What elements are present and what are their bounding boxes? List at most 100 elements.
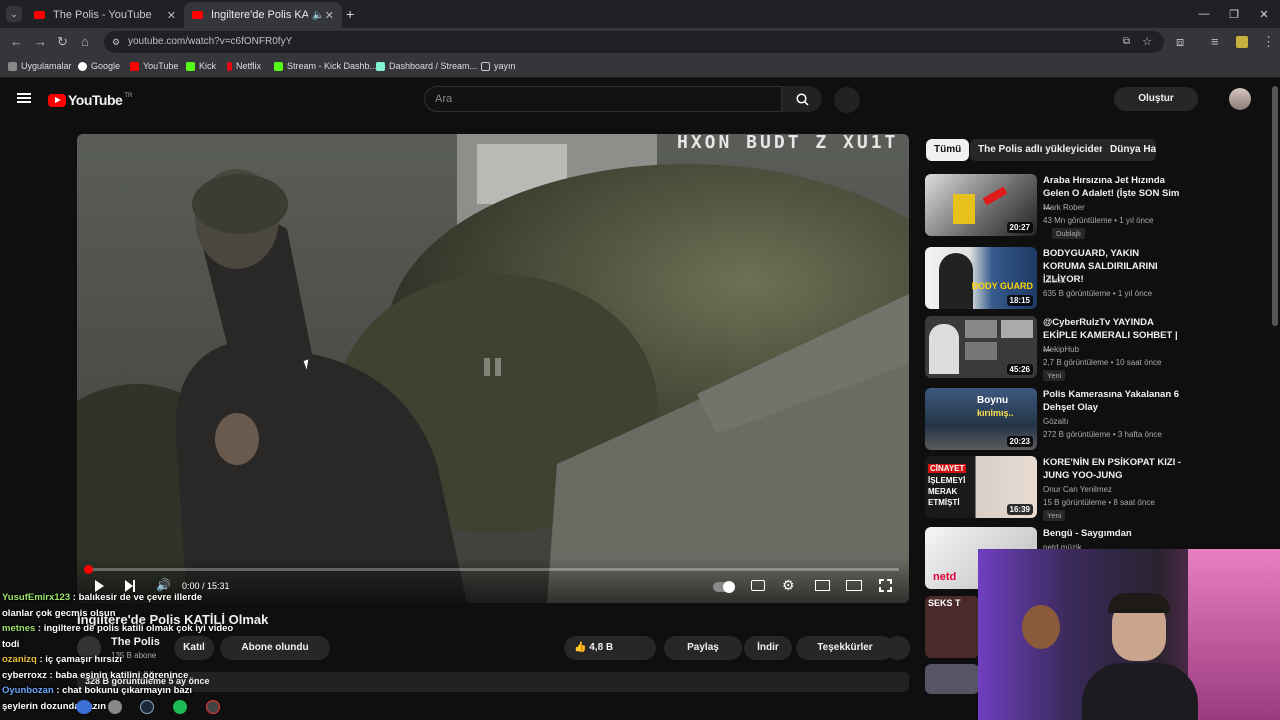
close-tab-icon[interactable]: ✕ bbox=[167, 9, 176, 22]
theater-mode-icon[interactable] bbox=[846, 580, 862, 591]
thanks-button[interactable]: Teşekkürler bbox=[796, 636, 894, 660]
video-thumbnail[interactable]: 20:27 bbox=[925, 174, 1037, 236]
minimize-icon[interactable]: — bbox=[1188, 0, 1220, 28]
search-button[interactable] bbox=[782, 86, 822, 112]
profile-icon[interactable] bbox=[1236, 36, 1248, 48]
list-item[interactable]: 20:27 Araba Hırsızına Jet Hızında Gelen … bbox=[925, 174, 1185, 239]
fullscreen-icon[interactable] bbox=[879, 579, 892, 592]
bookmark-kick-dashboard[interactable]: Stream - Kick Dashb... bbox=[274, 61, 377, 71]
bookmark-kick[interactable]: Kick bbox=[186, 61, 216, 71]
video-player[interactable]: HXON BUDT Z XU1T 🔊 0:00 / 15:31 ⚙ bbox=[77, 134, 909, 603]
hamburger-menu-icon[interactable] bbox=[17, 93, 31, 103]
miniplayer-icon[interactable] bbox=[815, 580, 830, 591]
close-window-icon[interactable]: ✕ bbox=[1248, 0, 1280, 28]
site-info-icon[interactable]: ⚙ bbox=[112, 31, 120, 53]
app-taskbar-icon[interactable] bbox=[108, 700, 122, 714]
chip-from-uploader[interactable]: The Polis adlı yükleyiciden bbox=[970, 139, 1114, 161]
bookmark-netflix[interactable]: Netflix bbox=[227, 61, 261, 71]
chat-text: : baba eşinin katilini öğrenince bbox=[46, 669, 189, 681]
pause-indicator-icon bbox=[480, 352, 506, 382]
subscribed-button[interactable]: Abone olundu bbox=[220, 636, 330, 660]
tab-the-polis[interactable]: The Polis - YouTube ✕ bbox=[26, 2, 184, 28]
progress-scrubber[interactable] bbox=[84, 565, 93, 574]
bookmark-folder-yayin[interactable]: yayın bbox=[481, 61, 516, 71]
avatar[interactable] bbox=[1229, 88, 1251, 110]
obs-icon[interactable] bbox=[206, 700, 220, 714]
video-thumbnail[interactable]: Boynu kırılmış.. 20:23 bbox=[925, 388, 1037, 450]
list-item[interactable]: Boynu kırılmış.. 20:23 Polis Kamerasına … bbox=[925, 388, 1185, 450]
bookmark-google[interactable]: Google bbox=[78, 61, 120, 71]
video-thumbnail[interactable]: CİNAYET İŞLEMEYİ MERAK ETMİŞTİ 16:39 bbox=[925, 456, 1037, 518]
spotify-icon[interactable] bbox=[173, 700, 187, 714]
chip-world-news[interactable]: Dünya Hab bbox=[1102, 139, 1156, 161]
home-icon[interactable]: ⌂ bbox=[81, 34, 89, 49]
reload-icon[interactable]: ↻ bbox=[57, 34, 68, 50]
speaker-icon[interactable]: 🔈 bbox=[312, 10, 324, 21]
rec-title[interactable]: Bengü - Saygımdan bbox=[1043, 527, 1183, 540]
steam-icon[interactable] bbox=[140, 700, 154, 714]
list-item[interactable]: CİNAYET İŞLEMEYİ MERAK ETMİŞTİ 16:39 KOR… bbox=[925, 456, 1185, 521]
rec-meta: 15 B görüntüleme • 8 saat önce bbox=[1043, 498, 1155, 507]
list-item[interactable]: 45:26 @CyberRulzTv YAYINDA EKİPLE KAMERA… bbox=[925, 316, 1185, 381]
list-item[interactable]: BODY GUARD 18:15 BODYGUARD, YAKIN KORUMA… bbox=[925, 247, 1185, 309]
forward-icon[interactable]: → bbox=[34, 34, 47, 49]
download-button[interactable]: İndir bbox=[744, 636, 792, 660]
restore-icon[interactable]: ❐ bbox=[1218, 0, 1250, 28]
like-button[interactable]: 👍 4,8 B bbox=[564, 636, 656, 660]
subtitles-icon[interactable] bbox=[751, 580, 765, 591]
tab-title: The Polis - YouTube bbox=[53, 9, 152, 21]
page-scrollbar[interactable] bbox=[1272, 86, 1278, 326]
share-button[interactable]: Paylaş bbox=[664, 636, 742, 660]
webcam-light bbox=[1188, 549, 1280, 720]
youtube-logo[interactable]: YouTube TR bbox=[48, 92, 132, 108]
play-icon[interactable] bbox=[95, 580, 104, 592]
bookmark-apps[interactable]: Uygulamalar bbox=[8, 61, 72, 71]
bookmark-star-icon[interactable]: ☆ bbox=[1142, 31, 1152, 53]
rec-channel[interactable]: Gözaltı bbox=[1043, 417, 1068, 426]
url-input[interactable]: ⚙ youtube.com/watch?v=c6fONFR0fyY ⧉ ☆ bbox=[104, 31, 1164, 53]
menu-dots-icon[interactable]: ⋮ bbox=[1262, 34, 1275, 50]
create-button[interactable]: Oluştur bbox=[1114, 87, 1198, 111]
tab-current-video[interactable]: İngiltere'de Polis KATİLİ Olm 🔈 ✕ bbox=[184, 2, 342, 28]
rec-channel[interactable]: MekipHub bbox=[1043, 345, 1079, 354]
rec-title[interactable]: KORE'NİN EN PSİKOPAT KIZI - JUNG YOO-JUN… bbox=[1043, 456, 1183, 482]
rec-channel[interactable]: Mark Rober bbox=[1043, 203, 1085, 212]
media-control-icon[interactable]: ≡ bbox=[1211, 34, 1219, 49]
video-thumbnail[interactable]: SEKS T bbox=[925, 596, 979, 658]
rec-title[interactable]: Polis Kamerasına Yakalanan 6 Dehşet Olay bbox=[1043, 388, 1183, 414]
install-icon[interactable]: ⧉ bbox=[1123, 31, 1130, 53]
close-tab-icon[interactable]: ✕ bbox=[325, 9, 334, 22]
back-icon[interactable]: ← bbox=[10, 34, 23, 49]
new-tab-icon[interactable]: + bbox=[346, 6, 354, 22]
video-thumbnail[interactable]: BODY GUARD 18:15 bbox=[925, 247, 1037, 309]
search-input[interactable]: Ara bbox=[424, 86, 782, 112]
tab-search-button[interactable]: ⌄ bbox=[6, 6, 22, 22]
search-icon bbox=[795, 92, 809, 106]
thumbs-up-icon: 👍 bbox=[574, 642, 587, 653]
next-icon[interactable] bbox=[125, 580, 135, 592]
autoplay-toggle[interactable] bbox=[713, 581, 735, 593]
volume-icon[interactable]: 🔊 bbox=[156, 578, 171, 592]
join-button[interactable]: Katıl bbox=[174, 636, 214, 660]
extensions-icon[interactable]: ⧈ bbox=[1176, 34, 1184, 50]
voice-search-icon[interactable] bbox=[834, 87, 860, 113]
channel-name[interactable]: The Polis bbox=[111, 636, 160, 648]
chip-all[interactable]: Tümü bbox=[926, 139, 970, 161]
list-item[interactable] bbox=[925, 664, 979, 694]
rec-channel[interactable]: Onur Can Yenilmez bbox=[1043, 485, 1112, 494]
video-thumbnail[interactable]: 45:26 bbox=[925, 316, 1037, 378]
browser-taskbar-icon[interactable] bbox=[76, 700, 92, 714]
list-item[interactable]: SEKS T bbox=[925, 596, 979, 658]
rec-channel[interactable]: Literat bbox=[1043, 276, 1065, 285]
folder-icon bbox=[481, 61, 490, 71]
dubbed-badge: Dublajlı bbox=[1052, 228, 1086, 239]
bookmarks-bar: Uygulamalar Google YouTube Kick Netflix … bbox=[0, 56, 1280, 78]
video-thumbnail[interactable] bbox=[925, 664, 979, 694]
settings-gear-icon[interactable]: ⚙ bbox=[782, 577, 795, 594]
progress-bar[interactable] bbox=[84, 565, 899, 574]
bookmark-youtube[interactable]: YouTube bbox=[130, 61, 178, 71]
description-box[interactable]: 328 B görüntüleme 5 ay önce bbox=[77, 672, 909, 692]
bookmark-streamlabs[interactable]: Dashboard / Stream... bbox=[376, 61, 477, 71]
thumbnail-arrow bbox=[982, 186, 1008, 206]
more-actions-button[interactable] bbox=[886, 636, 910, 660]
